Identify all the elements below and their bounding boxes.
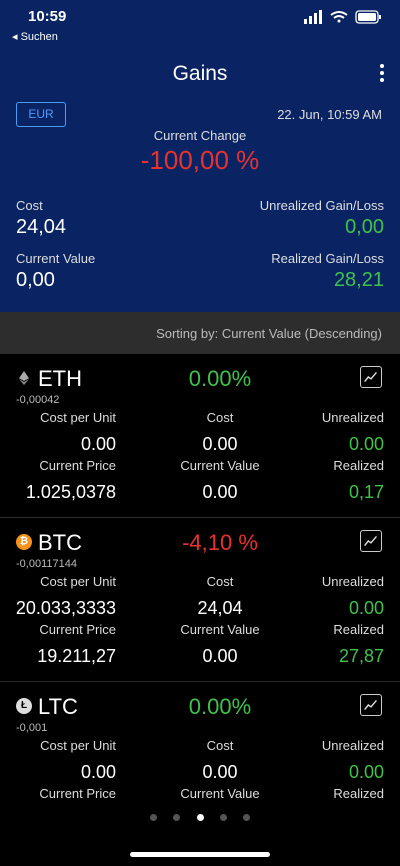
wifi-icon (330, 11, 348, 23)
current-price-value: 19.211,27 (37, 646, 116, 666)
unrealized-label: Unrealized (321, 410, 384, 425)
current-change-value: -100,00 % (140, 145, 260, 175)
cost-label: Cost (206, 410, 234, 425)
home-indicator[interactable] (130, 852, 270, 857)
signal-icon (304, 10, 322, 24)
more-vertical-icon[interactable] (378, 64, 386, 84)
status-bar: 10:59 ◂ Suchen (0, 0, 400, 46)
current-price-label: Current Price (39, 458, 116, 473)
realized-label: Realized (333, 786, 384, 801)
status-time: 10:59 (28, 8, 67, 25)
coin-percent: 0.00% (188, 366, 252, 391)
coin-row-eth[interactable]: ETH -0,00042 0.00% Cost per Unit Cost Un… (0, 354, 400, 518)
unrealized-label: Unrealized (321, 738, 384, 753)
cost-value: 24,04 (16, 216, 67, 238)
coin-percent: -4,10 % (182, 530, 258, 555)
summary-header: 10:59 ◂ Suchen Gains EUR 22. Jun, 10:59 (0, 0, 400, 312)
page-title: Gains (172, 62, 228, 85)
page-dot[interactable] (219, 814, 227, 821)
coin-quantity: -0,00042 (16, 394, 60, 406)
realized-value: 0,17 (348, 482, 384, 502)
current-value: 0.00 (202, 482, 238, 502)
cost-label: Cost (16, 198, 43, 213)
back-link[interactable]: ◂ Suchen (12, 30, 58, 43)
current-value: 0,00 (16, 269, 55, 291)
current-price-label: Current Price (39, 622, 116, 637)
coin-percent: 0.00% (188, 694, 252, 719)
unrealized-label: Unrealized (321, 574, 384, 589)
cost-label: Cost (206, 574, 234, 589)
cost-per-unit-label: Cost per Unit (40, 410, 116, 425)
current-value-label: Current Value (180, 622, 260, 637)
realized-label: Realized Gain/Loss (271, 251, 384, 266)
cost-per-unit-value: 0.00 (80, 762, 116, 782)
sort-bar[interactable]: Sorting by: Current Value (Descending) (0, 312, 400, 354)
unrealized-value: 0.00 (348, 762, 384, 782)
litecoin-icon: Ł (16, 698, 32, 714)
cost-per-unit-value: 20.033,3333 (15, 598, 116, 618)
coin-symbol: LTC (38, 694, 78, 719)
sort-label: Sorting by: Current Value (Descending) (156, 326, 382, 341)
cost-per-unit-label: Cost per Unit (40, 738, 116, 753)
coin-symbol: BTC (38, 530, 82, 555)
page-dot-active[interactable] (196, 814, 204, 821)
cost-value: 0.00 (202, 434, 238, 454)
page-indicator[interactable] (0, 808, 400, 828)
battery-icon (355, 10, 381, 24)
ethereum-icon (19, 371, 29, 385)
cost-per-unit-value: 0.00 (80, 434, 116, 454)
realized-label: Realized (333, 458, 384, 473)
cost-value: 0.00 (202, 762, 238, 782)
page-dot[interactable] (243, 814, 251, 821)
unrealized-value: 0.00 (348, 434, 384, 454)
cost-value: 24,04 (197, 598, 243, 618)
current-value-label: Current Value (180, 786, 260, 801)
unrealized-value: 0.00 (348, 598, 384, 618)
chart-icon[interactable] (360, 366, 382, 388)
chart-icon[interactable] (360, 694, 382, 716)
current-price-value: 1.025,0378 (25, 482, 116, 502)
coin-quantity: -0,001 (16, 722, 48, 734)
page-dot[interactable] (173, 814, 181, 821)
coin-row-btc[interactable]: ₿ BTC -0,00117144 -4,10 % Cost per Unit … (0, 518, 400, 682)
current-change-label: Current Change (153, 128, 247, 143)
cost-label: Cost (206, 738, 234, 753)
coin-quantity: -0,00117144 (16, 558, 77, 570)
unrealized-value: 0,00 (345, 216, 384, 238)
coin-row-ltc[interactable]: Ł LTC -0,001 0.00% Cost per Unit Cost Un… (0, 682, 400, 808)
realized-value: 27,87 (338, 646, 384, 666)
status-icons (304, 10, 381, 24)
realized-value: 28,21 (333, 269, 384, 291)
unrealized-label: Unrealized Gain/Loss (259, 198, 384, 213)
cost-per-unit-label: Cost per Unit (40, 574, 116, 589)
chart-icon[interactable] (360, 530, 382, 552)
current-price-label: Current Price (39, 786, 116, 801)
realized-label: Realized (333, 622, 384, 637)
current-value: 0.00 (202, 646, 238, 666)
page-dot[interactable] (149, 814, 157, 821)
currency-button[interactable]: EUR (16, 102, 66, 127)
timestamp: 22. Jun, 10:59 AM (277, 107, 382, 122)
coin-symbol: ETH (38, 366, 82, 391)
current-value-label: Current Value (16, 251, 96, 266)
bitcoin-icon: ₿ (16, 534, 32, 550)
current-value-label: Current Value (180, 458, 260, 473)
